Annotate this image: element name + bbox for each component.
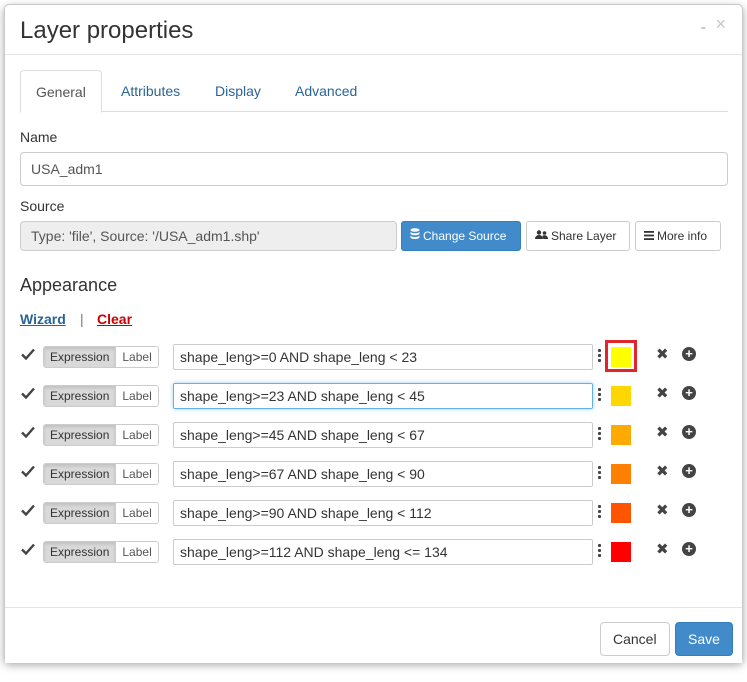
rule-row: Expression Label shape_leng>=90 AND shap… [5,500,742,526]
mode-toggle: Expression Label [43,385,159,407]
share-layer-label: Share Layer [551,229,617,243]
dialog-title: Layer properties [20,17,194,44]
tab-display[interactable]: Display [200,70,276,112]
mode-expression[interactable]: Expression [44,386,116,406]
kebab-menu-icon[interactable] [598,466,602,480]
rule-row: Expression Label shape_leng>=0 AND shape… [5,340,742,372]
check-icon[interactable] [21,464,37,480]
clear-link[interactable]: Clear [97,311,132,327]
more-info-label: More info [657,229,708,243]
mode-label[interactable]: Label [115,464,158,484]
mode-expression[interactable]: Expression [44,542,116,562]
tab-general[interactable]: General [20,70,102,113]
save-button[interactable]: Save [675,622,733,656]
plus-circle-icon[interactable]: + [682,386,696,400]
color-swatch[interactable] [611,425,631,445]
change-source-label: Change Source [423,229,507,243]
mode-label[interactable]: Label [115,425,158,445]
name-label: Name [20,129,58,145]
mode-expression[interactable]: Expression [44,464,116,484]
expression-input[interactable]: shape_leng>=112 AND shape_leng <= 134 [173,539,593,565]
mode-label[interactable]: Label [115,542,158,562]
mode-label[interactable]: Label [115,503,158,523]
close-icon[interactable]: ✖ [656,501,669,519]
check-icon[interactable] [21,503,37,519]
link-separator: | [80,311,84,327]
appearance-heading: Appearance [20,275,118,295]
minimize-icon[interactable]: - [701,19,706,37]
rule-row: Expression Label shape_leng>=112 AND sha… [5,539,742,565]
close-icon[interactable]: ✖ [656,423,669,441]
kebab-menu-icon[interactable] [598,544,602,558]
color-swatch[interactable] [611,542,631,562]
rule-row: Expression Label shape_leng>=45 AND shap… [5,422,742,448]
source-input[interactable]: Type: 'file', Source: '/USA_adm1.shp' [20,221,397,251]
expression-input[interactable]: shape_leng>=0 AND shape_leng < 23 [173,344,593,370]
plus-circle-icon[interactable]: + [682,347,696,361]
close-icon[interactable]: ✖ [656,384,669,402]
tab-advanced[interactable]: Advanced [280,70,372,112]
source-label: Source [20,198,65,214]
expression-input[interactable]: shape_leng>=23 AND shape_leng < 45 [173,383,593,409]
close-icon[interactable]: ✖ [656,345,669,363]
name-input[interactable]: USA_adm1 [20,152,728,186]
kebab-menu-icon[interactable] [598,349,602,363]
list-icon [644,222,654,250]
rule-row: Expression Label shape_leng>=23 AND shap… [5,383,742,409]
layer-properties-dialog: Layer properties - × General Attributes … [4,4,743,663]
kebab-menu-icon[interactable] [598,505,602,519]
database-icon [410,222,420,250]
share-layer-button[interactable]: Share Layer [526,221,630,251]
change-source-button[interactable]: Change Source [401,221,521,251]
mode-toggle: Expression Label [43,502,159,524]
check-icon[interactable] [21,347,37,363]
plus-circle-icon[interactable]: + [682,425,696,439]
color-swatch[interactable] [611,347,631,367]
mode-label[interactable]: Label [115,347,158,367]
close-icon[interactable]: ✖ [656,462,669,480]
mode-expression[interactable]: Expression [44,425,116,445]
kebab-menu-icon[interactable] [598,388,602,402]
tab-attributes[interactable]: Attributes [106,70,195,112]
more-info-button[interactable]: More info [635,221,721,251]
wizard-link[interactable]: Wizard [20,311,66,327]
rule-row: Expression Label shape_leng>=67 AND shap… [5,461,742,487]
dialog-header: Layer properties - × [5,5,742,55]
dialog-footer: Cancel Save [5,607,742,663]
mode-toggle: Expression Label [43,463,159,485]
cancel-button[interactable]: Cancel [600,622,670,656]
check-icon[interactable] [21,386,37,402]
expression-input[interactable]: shape_leng>=90 AND shape_leng < 112 [173,500,593,526]
mode-toggle: Expression Label [43,346,159,368]
kebab-menu-icon[interactable] [598,427,602,441]
close-icon[interactable]: × [715,15,726,33]
mode-expression[interactable]: Expression [44,347,116,367]
color-swatch[interactable] [611,386,631,406]
users-icon [535,222,548,250]
mode-toggle: Expression Label [43,541,159,563]
mode-expression[interactable]: Expression [44,503,116,523]
mode-toggle: Expression Label [43,424,159,446]
plus-circle-icon[interactable]: + [682,542,696,556]
check-icon[interactable] [21,542,37,558]
close-icon[interactable]: ✖ [656,540,669,558]
plus-circle-icon[interactable]: + [682,464,696,478]
mode-label[interactable]: Label [115,386,158,406]
color-swatch[interactable] [611,503,631,523]
expression-input[interactable]: shape_leng>=45 AND shape_leng < 67 [173,422,593,448]
color-swatch[interactable] [611,464,631,484]
expression-input[interactable]: shape_leng>=67 AND shape_leng < 90 [173,461,593,487]
tab-bar: General Attributes Display Advanced [20,70,728,113]
plus-circle-icon[interactable]: + [682,503,696,517]
check-icon[interactable] [21,425,37,441]
